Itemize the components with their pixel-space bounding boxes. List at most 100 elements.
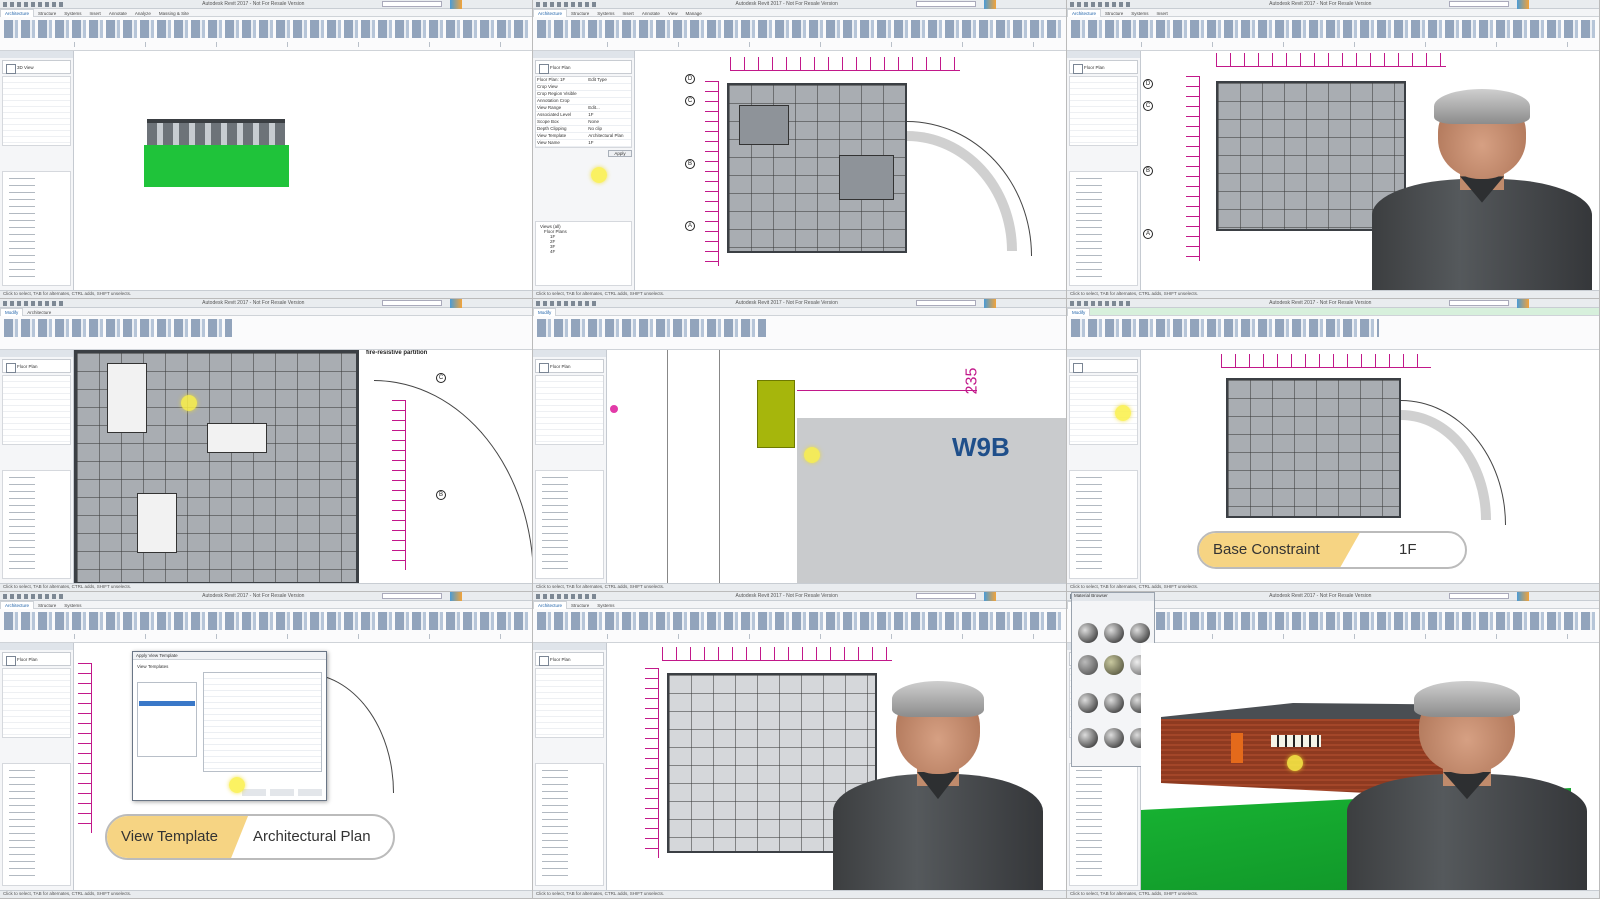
tab-insert[interactable]: Insert bbox=[1153, 10, 1172, 17]
project-browser[interactable] bbox=[1069, 171, 1138, 286]
grid-bubble-icon[interactable]: C bbox=[436, 373, 446, 383]
column-selected[interactable] bbox=[757, 380, 795, 448]
dimension-value[interactable]: 235 bbox=[963, 368, 981, 395]
tab-insert[interactable]: Insert bbox=[619, 10, 638, 17]
tab-architecture[interactable]: Architecture bbox=[533, 9, 568, 17]
ribbon-buttons[interactable] bbox=[4, 319, 232, 337]
project-browser[interactable] bbox=[2, 470, 71, 579]
search-input[interactable] bbox=[916, 1, 976, 7]
property-value[interactable]: 1F bbox=[588, 112, 593, 118]
project-browser[interactable] bbox=[535, 470, 604, 579]
tab-systems[interactable]: Systems bbox=[1127, 10, 1152, 17]
property-row[interactable]: Crop View bbox=[536, 84, 631, 91]
window-tag[interactable]: W9B bbox=[952, 432, 1010, 463]
properties-rows[interactable] bbox=[1069, 76, 1138, 146]
tab-structure[interactable]: Structure bbox=[567, 602, 593, 609]
ribbon-buttons[interactable] bbox=[537, 319, 766, 337]
apply-button[interactable]: Apply bbox=[608, 150, 632, 157]
sphere-material-icon[interactable] bbox=[1130, 623, 1150, 643]
type-selector[interactable]: Floor Plan bbox=[1069, 60, 1138, 74]
tab-modify[interactable]: Modify bbox=[1067, 308, 1091, 316]
project-browser[interactable] bbox=[1069, 470, 1138, 579]
tab-architecture[interactable]: Architecture bbox=[1067, 9, 1102, 17]
quick-access-toolbar[interactable] bbox=[1070, 2, 1130, 7]
tab-systems[interactable]: Systems bbox=[593, 10, 618, 17]
search-input[interactable] bbox=[916, 593, 976, 599]
ribbon-buttons[interactable] bbox=[1071, 20, 1595, 38]
tab-modify[interactable]: Modify bbox=[533, 308, 557, 316]
grid-bubble-icon[interactable]: A bbox=[1143, 229, 1153, 239]
tab-architecture[interactable]: Architecture bbox=[533, 601, 568, 609]
tab-view[interactable]: View bbox=[664, 10, 682, 17]
property-row[interactable]: View Range Edit... bbox=[536, 105, 631, 112]
properties-rows[interactable] bbox=[535, 375, 604, 445]
sphere-material-icon[interactable] bbox=[1104, 655, 1124, 675]
tab-insert[interactable]: Insert bbox=[86, 10, 105, 17]
search-input[interactable] bbox=[382, 593, 442, 599]
property-row[interactable]: Depth Clipping No clip bbox=[536, 126, 631, 133]
property-value[interactable]: Edit Type bbox=[588, 77, 607, 83]
ribbon-buttons[interactable] bbox=[4, 20, 528, 38]
quick-access-toolbar[interactable] bbox=[3, 594, 63, 599]
ribbon-buttons[interactable] bbox=[537, 20, 1062, 38]
search-input[interactable] bbox=[382, 1, 442, 7]
sphere-material-icon[interactable] bbox=[1078, 655, 1098, 675]
tab-architecture[interactable]: Architecture bbox=[0, 9, 35, 17]
grid-bubble-icon[interactable]: C bbox=[1143, 101, 1153, 111]
project-browser[interactable] bbox=[2, 171, 71, 286]
search-input[interactable] bbox=[1449, 300, 1509, 306]
sphere-material-icon[interactable] bbox=[1078, 728, 1098, 748]
tab-manage[interactable]: Manage bbox=[682, 10, 706, 17]
property-row[interactable]: Scope Box None bbox=[536, 119, 631, 126]
search-input[interactable] bbox=[382, 300, 442, 306]
property-row[interactable]: Crop Region Visible bbox=[536, 91, 631, 98]
grid-bubble-icon[interactable]: B bbox=[436, 490, 446, 500]
tab-analyze[interactable]: Analyze bbox=[131, 10, 155, 17]
property-value[interactable]: None bbox=[588, 119, 599, 125]
quick-access-toolbar[interactable] bbox=[3, 2, 63, 7]
sphere-material-icon[interactable] bbox=[1104, 728, 1124, 748]
property-value[interactable]: No clip bbox=[588, 126, 602, 132]
sphere-material-icon[interactable] bbox=[1104, 693, 1124, 713]
type-selector[interactable]: 3D View bbox=[2, 60, 71, 74]
view-template-list[interactable] bbox=[137, 682, 197, 757]
search-input[interactable] bbox=[1449, 1, 1509, 7]
property-row[interactable]: View Name 1F bbox=[536, 140, 631, 147]
tab-systems[interactable]: Systems bbox=[60, 10, 85, 17]
drawing-canvas[interactable]: 235 W9B bbox=[607, 350, 1066, 583]
tab-modify[interactable]: Modify bbox=[0, 308, 24, 316]
grid-bubble-icon[interactable]: D bbox=[685, 74, 695, 84]
grid-bubble-icon[interactable]: D bbox=[1143, 79, 1153, 89]
type-selector[interactable]: Floor Plan bbox=[2, 359, 71, 373]
property-row[interactable]: Annotation Crop bbox=[536, 98, 631, 105]
ribbon-buttons[interactable] bbox=[1071, 319, 1379, 337]
template-properties-table[interactable] bbox=[203, 672, 322, 772]
ribbon-buttons[interactable] bbox=[537, 612, 1062, 630]
quick-access-toolbar[interactable] bbox=[536, 594, 596, 599]
grid-bubble-icon[interactable]: B bbox=[1143, 166, 1153, 176]
drawing-canvas[interactable]: D C B A bbox=[635, 51, 1066, 290]
grid-bubble-icon[interactable]: A bbox=[685, 221, 695, 231]
project-browser[interactable] bbox=[2, 763, 71, 886]
property-row[interactable]: Associated Level 1F bbox=[536, 112, 631, 119]
tab-systems[interactable]: Systems bbox=[593, 602, 618, 609]
search-input[interactable] bbox=[1449, 593, 1509, 599]
browser-item[interactable]: 4F bbox=[540, 249, 627, 254]
properties-rows[interactable] bbox=[2, 76, 71, 146]
drawing-canvas[interactable]: fire-resistive partition C B bbox=[74, 350, 532, 583]
property-value[interactable]: 1F bbox=[588, 140, 593, 146]
tab-structure[interactable]: Structure bbox=[567, 10, 593, 17]
tab-annotate[interactable]: Annotate bbox=[105, 10, 131, 17]
property-value[interactable]: Edit... bbox=[588, 105, 600, 111]
tab-massing[interactable]: Massing & Site bbox=[155, 10, 193, 17]
property-row[interactable]: View Template Architectural Plan bbox=[536, 133, 631, 140]
grid-bubble-icon[interactable]: C bbox=[685, 96, 695, 106]
sphere-material-icon[interactable] bbox=[1078, 693, 1098, 713]
project-browser[interactable] bbox=[535, 763, 604, 886]
sphere-material-icon[interactable] bbox=[1078, 623, 1098, 643]
type-selector[interactable]: Floor Plan bbox=[535, 652, 604, 666]
type-selector[interactable] bbox=[1069, 359, 1138, 373]
grid-bubble-icon[interactable]: B bbox=[685, 159, 695, 169]
properties-rows[interactable] bbox=[2, 375, 71, 445]
tab-systems[interactable]: Systems bbox=[60, 602, 85, 609]
